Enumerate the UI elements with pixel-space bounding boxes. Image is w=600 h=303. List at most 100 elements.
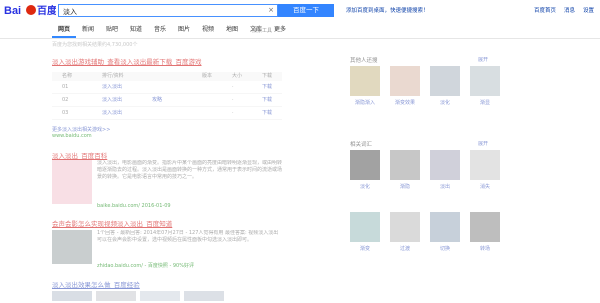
- result-2-url-wrap: baike.baidu.com/ 2016-01-09: [97, 203, 171, 209]
- table-cell: 03: [62, 110, 69, 116]
- related-label[interactable]: 切换: [430, 245, 460, 252]
- more-games-link[interactable]: 更多淡入淡出相关游戏>>: [52, 126, 110, 133]
- result-1: 淡入淡出游戏辅助_查看淡入淡出最新下载_百度游戏: [52, 56, 202, 66]
- table-cell: ·: [232, 110, 234, 116]
- result-stats: 百度为您找到相关结果约4,730,000个: [52, 42, 138, 48]
- tab-music[interactable]: 音乐: [148, 24, 172, 36]
- related-label[interactable]: 淡化: [350, 183, 380, 190]
- baidu-logo[interactable]: Bai 百度: [4, 2, 56, 18]
- table-cell[interactable]: 下载: [262, 107, 282, 119]
- clear-icon[interactable]: ×: [268, 6, 274, 14]
- tab-news[interactable]: 新闻: [76, 24, 100, 36]
- related-thumb[interactable]: [470, 66, 500, 96]
- related-thumb[interactable]: [430, 212, 460, 242]
- result-image[interactable]: [52, 230, 92, 264]
- table-cell: [202, 107, 232, 119]
- table-cell[interactable]: 淡入淡出: [102, 81, 152, 93]
- related-thumb[interactable]: [350, 150, 380, 180]
- table-header-cell: 版本: [202, 73, 213, 79]
- table-cell: [52, 81, 62, 93]
- result-title[interactable]: 会声会影怎么实现视频淡入淡出_百度知道: [52, 218, 172, 228]
- game-table: 名称 排行/资料 版本 大小 下载 01 淡入淡出 · 下载 02 淡入淡出 攻…: [52, 72, 282, 120]
- table-header-cell: [92, 72, 102, 81]
- related-label[interactable]: 渐隐: [390, 183, 420, 190]
- related-search-title: 其他人还搜: [350, 58, 378, 64]
- related-label[interactable]: 转场: [470, 245, 500, 252]
- table-cell: [152, 81, 202, 93]
- table-cell[interactable]: 淡入淡出: [102, 94, 152, 106]
- top-links: 百度首页 消息 设置: [534, 6, 594, 14]
- result-image[interactable]: [96, 291, 136, 301]
- tab-web[interactable]: 网页: [52, 24, 76, 38]
- related-thumb[interactable]: [350, 212, 380, 242]
- table-cell: 02: [62, 97, 69, 103]
- message-link[interactable]: 消息: [564, 6, 575, 14]
- result-2: 淡入淡出_百度百科: [52, 150, 107, 160]
- result-image[interactable]: [52, 160, 92, 204]
- related-label[interactable]: 过渡: [390, 245, 420, 252]
- related-thumb[interactable]: [390, 150, 420, 180]
- table-row[interactable]: 01 淡入淡出 · 下载: [52, 81, 282, 94]
- table-header-cell: 大小: [232, 73, 243, 79]
- result-2-body: 淡入淡出，电影画面的渐变。指影片中某个画面的亮度由暗转明逐渐显现，或由明转暗逐渐…: [97, 160, 282, 202]
- related-label[interactable]: 渐隐渐入: [350, 99, 380, 106]
- result-image[interactable]: [140, 291, 180, 301]
- settings-link[interactable]: 设置: [583, 6, 594, 14]
- table-header-cell: 排行/资料: [102, 73, 124, 79]
- promo-link[interactable]: 添加百度到桌面，快速便捷搜索！: [346, 6, 429, 14]
- related-thumb[interactable]: [390, 66, 420, 96]
- related-label[interactable]: 渐变: [350, 245, 380, 252]
- table-cell: [202, 81, 232, 93]
- search-input[interactable]: 淡入: [63, 7, 77, 17]
- table-header-cell: 名称: [62, 73, 73, 79]
- search-tools-link[interactable]: 搜索工具: [252, 27, 272, 34]
- result-title[interactable]: 淡入淡出效果怎么做_百度经验: [52, 279, 140, 289]
- result-snippet: 1个回答 - 最新回答: 2014年07月27日 - 127人觉得有用 最佳答案…: [97, 230, 279, 243]
- table-cell[interactable]: 攻略: [152, 94, 202, 106]
- svg-text:Bai: Bai: [4, 5, 21, 17]
- search-button[interactable]: 百度一下: [278, 4, 334, 17]
- result-3-url-wrap: zhidao.baidu.com/ - 百度快照 - 90%好评: [97, 262, 194, 269]
- tab-images[interactable]: 图片: [172, 24, 196, 36]
- tab-zhidao[interactable]: 知道: [124, 24, 148, 36]
- related-label[interactable]: 淡化: [430, 99, 460, 106]
- related-thumb[interactable]: [470, 150, 500, 180]
- expand-link[interactable]: 展开: [478, 56, 488, 63]
- table-cell[interactable]: 淡入淡出: [102, 107, 152, 119]
- table-cell[interactable]: 下载: [262, 94, 282, 106]
- result-title[interactable]: 淡入淡出_百度百科: [52, 150, 107, 160]
- tab-video[interactable]: 视频: [196, 24, 220, 36]
- related-thumb[interactable]: [350, 66, 380, 96]
- tab-map[interactable]: 地图: [220, 24, 244, 36]
- table-header-cell: 下载: [262, 73, 273, 79]
- related-label[interactable]: 消失: [470, 183, 500, 190]
- table-cell: 01: [62, 84, 69, 90]
- result-title[interactable]: 淡入淡出游戏辅助_查看淡入淡出最新下载_百度游戏: [52, 56, 202, 66]
- related-label[interactable]: 淡出: [430, 183, 460, 190]
- related-thumb[interactable]: [430, 66, 460, 96]
- result-3-body: 1个回答 - 最新回答: 2014年07月27日 - 127人觉得有用 最佳答案…: [97, 230, 282, 260]
- result-image[interactable]: [52, 291, 92, 301]
- table-cell: [92, 107, 102, 119]
- expand-link[interactable]: 展开: [478, 140, 488, 147]
- result-url: baike.baidu.com/ 2016-01-09: [97, 203, 171, 209]
- table-cell: [152, 107, 202, 119]
- table-row[interactable]: 02 淡入淡出 攻略 · 下载: [52, 94, 282, 107]
- result-1-footer: 更多淡入淡出相关游戏>> www.baidu.com: [52, 126, 110, 139]
- table-header: 名称 排行/资料 版本 大小 下载: [52, 72, 282, 81]
- table-cell: ·: [232, 84, 234, 90]
- home-link[interactable]: 百度首页: [534, 6, 556, 14]
- related-label[interactable]: 渐变效果: [390, 99, 420, 106]
- result-4: 淡入淡出效果怎么做_百度经验: [52, 279, 140, 289]
- tab-tieba[interactable]: 贴吧: [100, 24, 124, 36]
- search-box[interactable]: 淡入 ×: [58, 4, 278, 17]
- table-cell[interactable]: 下载: [262, 81, 282, 93]
- table-row[interactable]: 03 淡入淡出 · 下载: [52, 107, 282, 120]
- related-label[interactable]: 渐显: [470, 99, 500, 106]
- related-thumb[interactable]: [390, 212, 420, 242]
- result-image[interactable]: [184, 291, 224, 301]
- related-thumb[interactable]: [470, 212, 500, 242]
- related-thumb[interactable]: [430, 150, 460, 180]
- result-3: 会声会影怎么实现视频淡入淡出_百度知道: [52, 218, 172, 228]
- svg-text:百度: 百度: [37, 4, 56, 17]
